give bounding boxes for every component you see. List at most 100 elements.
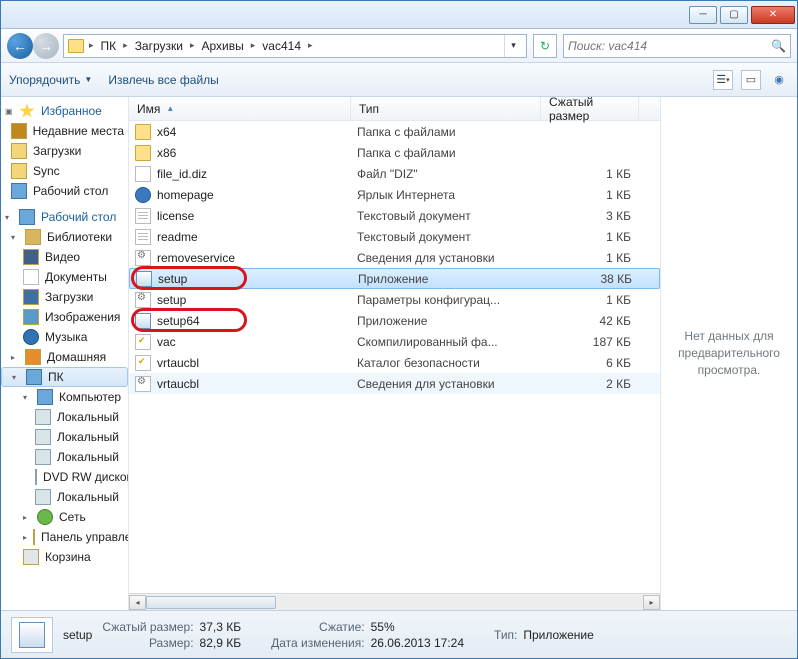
sidebar-item-drive[interactable]: Локальный [1,427,128,447]
file-row[interactable]: setup64Приложение42 КБ [129,310,660,331]
sidebar-item-net[interactable]: ▸Сеть [1,507,128,527]
sidebar-item-drive[interactable]: Локальный [1,487,128,507]
chevron-right-icon[interactable]: ▸ [187,40,198,51]
sidebar-item-sync[interactable]: Sync [1,161,128,181]
file-row[interactable]: removeserviceСведения для установки1 КБ [129,247,660,268]
column-header-type[interactable]: Тип [351,97,541,120]
titlebar: ─ ▢ ✕ [1,1,797,29]
toolbar: Упорядочить ▼ Извлечь все файлы ☰▾ ▭ ◉ [1,63,797,97]
comp-label: Сжатие: [271,620,365,634]
address-bar[interactable]: ▸ ПК ▸ Загрузки ▸ Архивы ▸ vac414 ▸ ▾ [63,34,527,58]
minimize-button[interactable]: ─ [689,6,717,24]
breadcrumb[interactable]: Загрузки [133,39,185,53]
cfg-icon [135,292,151,308]
sidebar-item-drive[interactable]: Локальный [1,447,128,467]
sidebar-item-drive[interactable]: Локальный [1,407,128,427]
file-row[interactable]: vrtaucblСведения для установки2 КБ [129,373,660,394]
help-button[interactable]: ◉ [769,70,789,90]
extract-all-button[interactable]: Извлечь все файлы [108,73,218,87]
sidebar-item-home[interactable]: ▸Домашняя [1,347,128,367]
disk-icon [35,409,51,425]
close-button[interactable]: ✕ [751,6,795,24]
sidebar-item-music[interactable]: Музыка [1,327,128,347]
sidebar-item-desktop[interactable]: Рабочий стол [1,181,128,201]
search-input[interactable] [568,39,771,53]
search-box[interactable]: 🔍 [563,34,791,58]
maximize-button[interactable]: ▢ [720,6,748,24]
forward-button[interactable]: → [33,33,59,59]
file-list[interactable]: x64Папка с файламиx86Папка с файламиfile… [129,121,660,593]
sidebar-item-downloads2[interactable]: Загрузки [1,287,128,307]
file-thumbnail [11,617,53,653]
organize-button[interactable]: Упорядочить ▼ [9,73,92,87]
sidebar-item-pc[interactable]: ▾ПК [1,367,128,387]
file-type: Текстовый документ [357,209,547,223]
music-icon [23,329,39,345]
type-label: Тип: [494,628,517,642]
column-header-name[interactable]: Имя▲ [129,97,351,120]
disk-icon [35,449,51,465]
scroll-thumb[interactable] [146,596,276,609]
sidebar-item-downloads[interactable]: Загрузки [1,141,128,161]
user-icon [25,349,41,365]
desktop-header[interactable]: ▾Рабочий стол [1,207,128,227]
sidebar-item-libraries[interactable]: ▾Библиотеки [1,227,128,247]
details-pane: setup Сжатый размер:37,3 КБ Размер:82,9 … [1,610,797,658]
file-size: 42 КБ [547,314,637,328]
sidebar-item-video[interactable]: Видео [1,247,128,267]
file-type: Папка с файлами [357,146,547,160]
address-dropdown[interactable]: ▾ [504,35,522,57]
scroll-right-button[interactable]: ▸ [643,595,660,610]
back-button[interactable]: ← [7,33,33,59]
file-row[interactable]: licenseТекстовый документ3 КБ [129,205,660,226]
sidebar-item-dvd[interactable]: DVD RW дисковод [1,467,128,487]
sidebar-item-panel[interactable]: ▸Панель управления [1,527,128,547]
folder-icon [11,163,27,179]
monitor-icon [11,183,27,199]
preview-pane-button[interactable]: ▭ [741,70,761,90]
file-area: Имя▲ Тип Сжатый размер x64Папка с файлам… [129,97,661,610]
sidebar-item-bin[interactable]: Корзина [1,547,128,567]
scroll-left-button[interactable]: ◂ [129,595,146,610]
scroll-track[interactable] [146,595,643,610]
file-size: 1 КБ [547,293,637,307]
sidebar-item-computer[interactable]: ▾Компьютер [1,387,128,407]
breadcrumb[interactable]: vac414 [260,39,303,53]
view-button[interactable]: ☰▾ [713,70,733,90]
library-icon [25,229,41,245]
file-size: 6 КБ [547,356,637,370]
favorites-header[interactable]: ▣Избранное [1,101,128,121]
file-row[interactable]: homepageЯрлык Интернета1 КБ [129,184,660,205]
file-name: readme [157,230,357,244]
sidebar: ▣Избранное Недавние места Загрузки Sync … [1,97,129,610]
file-row[interactable]: vrtaucblКаталог безопасности6 КБ [129,352,660,373]
file-row[interactable]: setupПриложение38 КБ [129,268,660,289]
chevron-right-icon[interactable]: ▸ [86,40,97,51]
sidebar-item-documents[interactable]: Документы [1,267,128,287]
file-name: vrtaucbl [157,377,357,391]
file-size: 1 КБ [547,167,637,181]
breadcrumb[interactable]: ПК [99,39,119,53]
chevron-right-icon[interactable]: ▸ [120,40,131,51]
sidebar-item-recent[interactable]: Недавние места [1,121,128,141]
column-header-size[interactable]: Сжатый размер [541,97,639,120]
file-row[interactable]: x86Папка с файлами [129,142,660,163]
chevron-right-icon[interactable]: ▸ [248,40,259,51]
file-type: Приложение [357,314,547,328]
breadcrumb[interactable]: Архивы [200,39,246,53]
chevron-right-icon[interactable]: ▸ [305,40,316,51]
file-row[interactable]: setupПараметры конфигурац...1 КБ [129,289,660,310]
file-row[interactable]: vacСкомпилированный фа...187 КБ [129,331,660,352]
sidebar-item-images[interactable]: Изображения [1,307,128,327]
file-name: vac [157,335,357,349]
file-row[interactable]: readmeТекстовый документ1 КБ [129,226,660,247]
file-type: Текстовый документ [357,230,547,244]
file-size: 2 КБ [547,377,637,391]
horizontal-scrollbar[interactable]: ◂ ▸ [129,593,660,610]
network-icon [37,509,53,525]
refresh-button[interactable]: ↻ [533,34,557,58]
file-row[interactable]: x64Папка с файлами [129,121,660,142]
file-name: vrtaucbl [157,356,357,370]
file-row[interactable]: file_id.dizФайл "DIZ"1 КБ [129,163,660,184]
file-size: 3 КБ [547,209,637,223]
